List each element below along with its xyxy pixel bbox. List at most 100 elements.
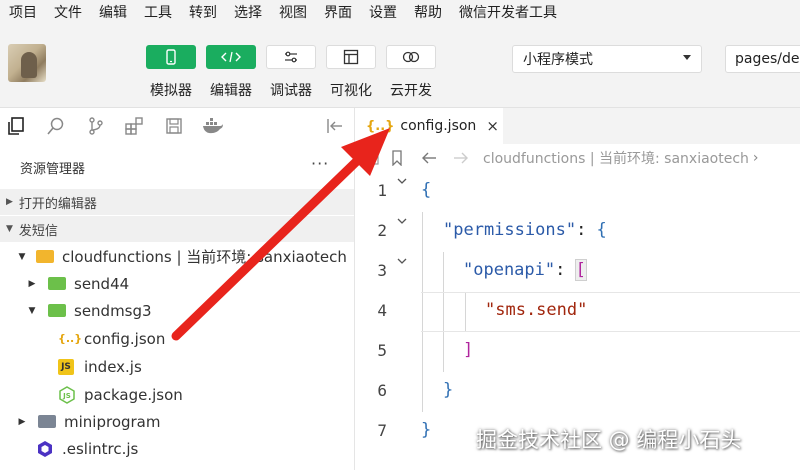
tree-item-config-json[interactable]: {..} config.json xyxy=(0,325,354,352)
close-icon[interactable]: × xyxy=(486,117,499,135)
chevron-right-icon: ▶ xyxy=(28,278,36,289)
more-actions-button[interactable]: ··· xyxy=(311,154,329,173)
code-line: "openapi": [ xyxy=(463,259,587,281)
code-line: } xyxy=(443,380,454,400)
folder-icon xyxy=(48,277,66,290)
chevron-down-icon: ▼ xyxy=(6,224,13,234)
cloud-icon xyxy=(402,51,420,63)
project-section[interactable]: ▼ 发短信 xyxy=(0,216,354,242)
menu-edit[interactable]: 编辑 xyxy=(90,2,135,22)
code-line: ] xyxy=(463,340,474,360)
menu-tools[interactable]: 工具 xyxy=(135,2,180,22)
tree-item-label: index.js xyxy=(84,357,142,376)
menu-file[interactable]: 文件 xyxy=(45,2,90,22)
code-line: "sms.send" xyxy=(485,300,588,320)
avatar[interactable] xyxy=(8,44,46,82)
save-icon[interactable] xyxy=(164,116,184,136)
chevron-down-icon: ▼ xyxy=(18,251,26,262)
tree-item-label: miniprogram xyxy=(64,412,161,431)
menu-project[interactable]: 项目 xyxy=(0,2,45,22)
json-key: "permissions": { xyxy=(443,220,607,240)
tree-item-eslintrc[interactable]: .eslintrc.js xyxy=(0,435,354,462)
tab-config-json[interactable]: {..} config.json × xyxy=(355,108,503,144)
svg-text:JS: JS xyxy=(62,392,71,400)
code-line: "permissions": { xyxy=(443,220,607,240)
fold-chevron-icon[interactable] xyxy=(397,176,407,186)
code-line: { xyxy=(421,180,432,200)
files-icon[interactable] xyxy=(6,116,26,136)
mode-select[interactable]: 小程序模式 xyxy=(512,45,702,73)
chevron-right-icon: ▶ xyxy=(6,197,13,207)
breadcrumb: cloudfunctions | 当前环境: sanxiaotech › xyxy=(355,144,800,172)
menu-wechat-devtools[interactable]: 微信开发者工具 xyxy=(450,2,565,22)
folder-open-icon xyxy=(48,304,66,317)
line-number: 5 xyxy=(377,341,387,360)
page-path-select[interactable]: pages/der xyxy=(725,45,800,73)
tree-item-index-js[interactable]: JS index.js xyxy=(0,353,354,380)
tree-item-sendmsg3[interactable]: ▼ sendmsg3 xyxy=(0,297,354,324)
menu-view[interactable]: 视图 xyxy=(270,2,315,22)
menu-goto[interactable]: 转到 xyxy=(180,2,225,22)
debugger-button[interactable] xyxy=(266,45,316,69)
chevron-right-icon: › xyxy=(752,150,759,166)
menu-settings[interactable]: 设置 xyxy=(360,2,405,22)
visual-button[interactable] xyxy=(326,45,376,69)
open-editors-section[interactable]: ▶ 打开的编辑器 xyxy=(0,189,354,215)
line-number: 4 xyxy=(377,301,387,320)
code-line: } xyxy=(421,420,432,440)
line-number: 7 xyxy=(377,421,387,440)
line-number: 6 xyxy=(377,381,387,400)
fold-chevron-icon[interactable] xyxy=(397,256,407,266)
back-arrow-icon[interactable] xyxy=(421,151,437,165)
tree-item-label: package.json xyxy=(84,385,183,404)
bookmark-icon[interactable] xyxy=(391,150,403,166)
cloud-folder-icon xyxy=(36,250,54,263)
tree-item-label: .eslintrc.js xyxy=(62,439,139,458)
tree-item-label: cloudfunctions | 当前环境: sanxiaotech xyxy=(62,248,347,266)
menu-interface[interactable]: 界面 xyxy=(315,2,360,22)
forward-arrow-icon[interactable] xyxy=(453,151,469,165)
source-control-icon[interactable] xyxy=(86,116,106,136)
menu-help[interactable]: 帮助 xyxy=(405,2,450,22)
chevron-right-icon: ▶ xyxy=(18,416,26,427)
open-editors-label: 打开的编辑器 xyxy=(18,196,97,212)
mode-select-value: 小程序模式 xyxy=(523,52,593,68)
project-label: 发短信 xyxy=(18,223,58,239)
menu-select[interactable]: 选择 xyxy=(225,2,270,22)
folder-icon xyxy=(38,415,56,428)
layout-icon xyxy=(343,49,359,65)
line-number: 2 xyxy=(377,221,387,240)
tree-item-send44[interactable]: ▶ send44 xyxy=(0,270,354,297)
extensions-icon[interactable] xyxy=(124,116,144,136)
menu-bar: 项目 文件 编辑 工具 转到 选择 视图 界面 设置 帮助 微信开发者工具 xyxy=(0,0,800,24)
tree-item-label: config.json xyxy=(84,329,166,348)
json-file-icon: {..} xyxy=(58,332,83,345)
tree-item-miniprogram[interactable]: ▶ miniprogram xyxy=(0,408,354,435)
line-number: 1 xyxy=(377,181,387,200)
eslint-icon xyxy=(38,440,52,457)
toolbar: 模拟器 编辑器 调试器 可视化 云开发 小程序模式 pages/der xyxy=(0,24,800,108)
caret-down-icon xyxy=(683,55,691,60)
json-key: "openapi": [ xyxy=(463,259,587,281)
editor-button[interactable] xyxy=(206,45,256,69)
tree-item-label: send44 xyxy=(74,274,130,293)
docker-icon[interactable] xyxy=(202,116,224,136)
fold-chevron-icon[interactable] xyxy=(397,216,407,226)
tab-label: config.json xyxy=(400,118,477,134)
cloud-dev-button[interactable] xyxy=(386,45,436,69)
simulator-button[interactable] xyxy=(146,45,196,69)
js-file-icon: JS xyxy=(58,358,74,375)
json-file-icon: {..} xyxy=(366,118,395,134)
current-line-highlight xyxy=(421,292,800,332)
code-icon xyxy=(221,51,241,63)
collapse-panel-icon[interactable] xyxy=(325,116,345,136)
breadcrumb-path[interactable]: cloudfunctions | 当前环境: sanxiaotech xyxy=(483,148,749,168)
explorer-title: 资源管理器 xyxy=(20,162,86,177)
search-icon[interactable] xyxy=(46,116,66,136)
nodejs-file-icon: JS xyxy=(59,385,75,404)
tree-item-cloudfunctions[interactable]: ▼ cloudfunctions | 当前环境: sanxiaotech xyxy=(0,243,354,270)
tree-item-package-json[interactable]: JS package.json xyxy=(0,381,354,408)
split-editor-icon[interactable] xyxy=(365,151,379,165)
watermark: 掘金技术社区 @ 编程小石头 xyxy=(476,428,742,452)
phone-icon xyxy=(166,49,176,65)
